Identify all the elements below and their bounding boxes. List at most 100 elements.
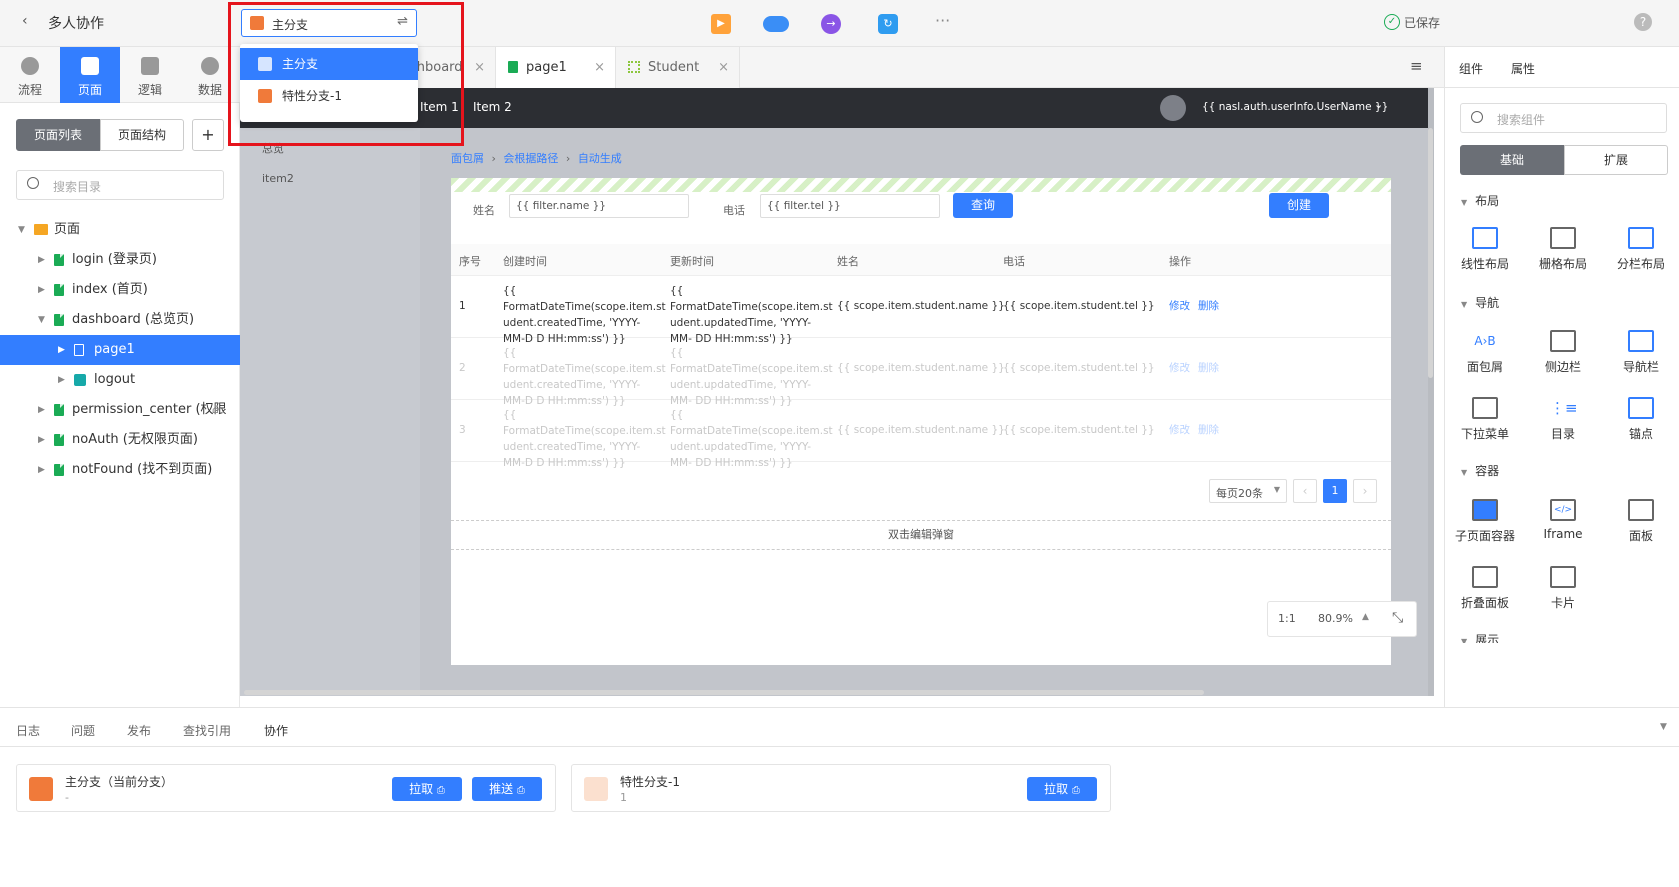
tree-item-page1[interactable]: ▶ page1 (0, 335, 240, 365)
next-page-button[interactable]: › (1353, 479, 1377, 503)
more-icon[interactable]: ··· (935, 11, 950, 30)
current-page-button[interactable]: 1 (1323, 479, 1347, 503)
seg-basic[interactable]: 基础 (1460, 145, 1564, 175)
filter-tel-input[interactable]: {{ filter.tel }} (760, 194, 940, 218)
breadcrumb-item[interactable]: 会根据路径 (503, 152, 558, 165)
fit-screen-icon[interactable]: ⤡ (1392, 610, 1403, 626)
cloud-icon[interactable] (763, 16, 789, 32)
nav-item-2[interactable]: Item 2 (473, 100, 512, 114)
tree-item-permission[interactable]: ▶ permission_center (权限 ⌂ (0, 395, 240, 425)
comp-dropdown-menu[interactable]: 下拉菜单 (1445, 397, 1525, 442)
tree-item-login[interactable]: ▶ login (登录页) (0, 245, 240, 275)
preview-icon[interactable]: ▶ (711, 14, 731, 34)
rail-logic[interactable]: 逻辑 (120, 47, 180, 103)
rail-page[interactable]: 页面 (60, 47, 120, 103)
comp-card[interactable]: 卡片 (1523, 566, 1603, 611)
publish-icon[interactable]: → (821, 14, 841, 34)
bottom-tab-references[interactable]: 查找引用 (183, 722, 231, 739)
add-page-button[interactable]: + (192, 119, 224, 151)
create-button[interactable]: 创建 (1269, 193, 1329, 218)
tree-item-notfound[interactable]: ▶ notFound (找不到页面) (0, 455, 240, 485)
edit-link[interactable]: 修改 (1169, 422, 1190, 438)
edit-link[interactable]: 修改 (1169, 298, 1190, 314)
catalog-search-box[interactable]: 搜索目录 (16, 170, 224, 200)
component-search-box[interactable]: 搜索组件 (1460, 103, 1667, 133)
comp-breadcrumb[interactable]: A›B 面包屑 (1445, 330, 1525, 375)
horizontal-scrollbar[interactable] (244, 690, 1204, 695)
comp-navbar[interactable]: 导航栏 (1601, 330, 1679, 375)
delete-link[interactable]: 删除 (1198, 422, 1219, 438)
design-canvas[interactable]: Item 1 Item 2 {{ nasl.auth.userInfo.User… (240, 88, 1434, 696)
anchor-icon (1628, 397, 1654, 419)
page-size-select[interactable]: 每页20条 ▼ (1209, 479, 1287, 503)
seg-ext[interactable]: 扩展 (1564, 145, 1668, 175)
side-nav-item-2[interactable]: item2 (262, 172, 294, 185)
comp-subpage-container[interactable]: 子页面容器 (1445, 499, 1525, 544)
comp-linear-layout[interactable]: 线性布局 (1445, 227, 1525, 272)
comp-collapse-panel[interactable]: 折叠面板 (1445, 566, 1525, 611)
tree-item-dashboard[interactable]: ▼ dashboard (总览页) (0, 305, 240, 335)
pull-button-label: 拉取 (1044, 782, 1069, 796)
help-icon[interactable]: ? (1634, 13, 1652, 31)
comp-column-layout[interactable]: 分栏布局 (1601, 227, 1679, 272)
sync-icon[interactable]: ↻ (878, 14, 898, 34)
zoom-ratio-button[interactable]: 1:1 (1278, 612, 1296, 625)
modal-drop-zone[interactable]: 双击编辑弹窗 (451, 520, 1391, 550)
zoom-level[interactable]: 80.9% (1318, 612, 1353, 625)
tree-item-logout[interactable]: ▶ logout (0, 365, 240, 395)
bottom-tab-publish[interactable]: 发布 (127, 722, 151, 739)
tree-item-index[interactable]: ▶ index (首页) (0, 275, 240, 305)
panel-tab-props[interactable]: 属性 (1511, 60, 1535, 77)
tab-menu-icon[interactable]: ≡ (1410, 57, 1423, 75)
push-button[interactable]: 推送 ⎙ (472, 777, 542, 801)
breadcrumb-item[interactable]: 面包屑 (451, 152, 484, 165)
delete-link[interactable]: 删除 (1198, 360, 1219, 376)
panel-tab-components[interactable]: 组件 (1459, 60, 1483, 77)
pull-button[interactable]: 拉取 ⎙ (1027, 777, 1097, 801)
bottom-tab-collab[interactable]: 协作 (264, 722, 288, 739)
comp-iframe[interactable]: </> Iframe (1523, 499, 1603, 541)
bottom-tab-issues[interactable]: 问题 (71, 722, 95, 739)
pull-button[interactable]: 拉取 ⎙ (392, 777, 462, 801)
comp-sidebar[interactable]: 侧边栏 (1523, 330, 1603, 375)
tree-root-label: 页面 (54, 222, 81, 237)
section-layout[interactable]: ▼ 布局 (1461, 192, 1499, 209)
comp-label: 卡片 (1550, 596, 1575, 610)
tree-root[interactable]: ▼ 页面 (0, 215, 240, 245)
prev-page-button[interactable]: ‹ (1293, 479, 1317, 503)
chevron-down-icon[interactable]: ⌄ (1374, 98, 1383, 111)
edit-link[interactable]: 修改 (1169, 360, 1190, 376)
breadcrumb-item[interactable]: 自动生成 (578, 152, 622, 165)
bottom-tab-log[interactable]: 日志 (16, 722, 40, 739)
seg-page-list[interactable]: 页面列表 (16, 119, 100, 151)
collapse-chevron-icon[interactable]: ▼ (1660, 722, 1667, 732)
back-icon[interactable]: ‹ (22, 13, 28, 29)
table-card: 姓名 {{ filter.name }} 电话 {{ filter.tel }}… (451, 178, 1391, 665)
section-container[interactable]: ▼ 容器 (1461, 462, 1499, 479)
close-icon[interactable]: × (718, 47, 729, 88)
tab-page1[interactable]: page1 × (496, 47, 616, 88)
comp-toc[interactable]: ⋮≡ 目录 (1523, 397, 1603, 442)
comp-grid-layout[interactable]: 栅格布局 (1523, 227, 1603, 272)
zoom-caret-icon[interactable]: ▲ (1362, 612, 1369, 622)
delete-link[interactable]: 删除 (1198, 298, 1219, 314)
page-file-icon (74, 344, 84, 356)
section-display[interactable]: ▼ 展示 (1461, 631, 1499, 643)
tab-label: page1 (526, 60, 567, 75)
pull-button-label: 拉取 (409, 782, 434, 796)
tree-item-noauth[interactable]: ▶ noAuth (无权限页面) (0, 425, 240, 455)
rail-flow[interactable]: 流程 (0, 47, 60, 103)
file-icon (54, 314, 64, 326)
seg-page-structure[interactable]: 页面结构 (100, 119, 184, 151)
filter-name-input[interactable]: {{ filter.name }} (509, 194, 689, 218)
tab-student[interactable]: Student × (616, 47, 740, 88)
vertical-scrollbar[interactable] (1428, 128, 1433, 378)
comp-anchor[interactable]: 锚点 (1601, 397, 1679, 442)
comp-panel[interactable]: 面板 (1601, 499, 1679, 544)
query-button[interactable]: 查询 (953, 193, 1013, 218)
section-nav[interactable]: ▼ 导航 (1461, 294, 1499, 311)
panel-icon (1628, 499, 1654, 521)
section-title: 布局 (1475, 194, 1500, 208)
close-icon[interactable]: × (474, 47, 485, 88)
close-icon[interactable]: × (594, 47, 605, 88)
